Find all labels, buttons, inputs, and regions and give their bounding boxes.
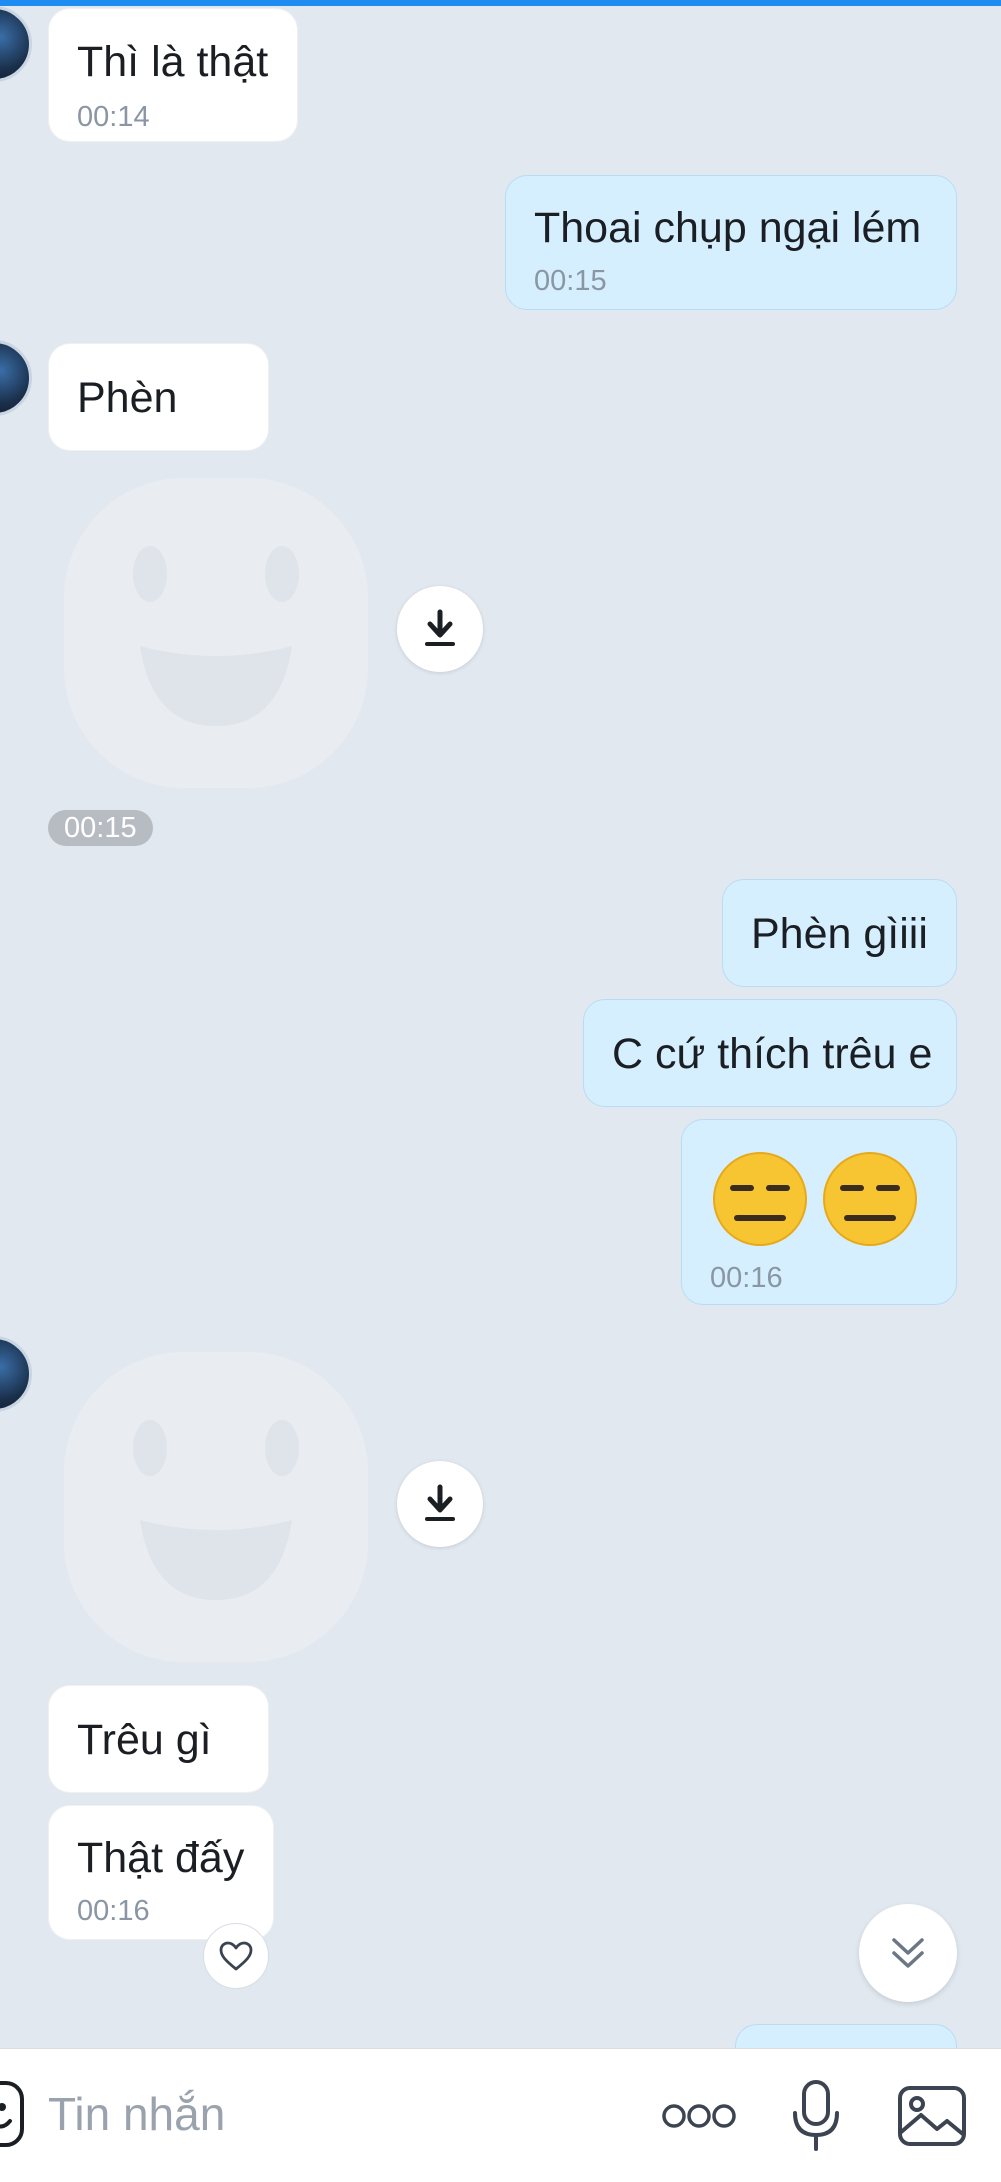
message-bubble-outgoing[interactable]: Thoai chụp ngại lém 00:15 [505, 175, 957, 310]
message-text: Phèn [77, 374, 178, 422]
expressionless-face-icon [713, 1152, 917, 1246]
message-text: Thật đấy [77, 1834, 245, 1882]
message-composer: Tin nhắn [0, 2048, 1001, 2182]
smiley-placeholder-icon [64, 478, 368, 788]
download-button[interactable] [397, 1461, 483, 1547]
message-bubble-incoming[interactable]: Thì là thật 00:14 [48, 8, 298, 142]
image-icon[interactable] [897, 2085, 967, 2147]
contact-avatar[interactable] [0, 1336, 32, 1412]
message-bubble-incoming[interactable]: Phèn [48, 343, 269, 451]
contact-avatar[interactable] [0, 340, 32, 416]
message-time: 00:16 [77, 1895, 150, 1927]
top-accent-bar [0, 0, 1001, 6]
message-time: 00:15 [534, 265, 607, 297]
sticker-placeholder[interactable] [64, 478, 368, 788]
scroll-to-bottom-button[interactable] [859, 1904, 957, 2002]
message-text: Thì là thật [77, 38, 269, 86]
sticker-placeholder[interactable] [64, 1352, 368, 1662]
sticker-icon[interactable] [0, 2079, 30, 2149]
message-bubble-outgoing[interactable]: C cứ thích trêu e [583, 999, 957, 1107]
download-icon [425, 609, 455, 646]
message-bubble-incoming[interactable]: Trêu gì [48, 1685, 269, 1793]
message-text: C cứ thích trêu e [612, 1030, 933, 1078]
react-heart-button[interactable] [203, 1923, 269, 1989]
emoji-group [712, 1152, 932, 1246]
microphone-icon[interactable] [789, 2079, 843, 2153]
message-input[interactable]: Tin nhắn [48, 2087, 225, 2141]
heart-icon [219, 1941, 253, 1971]
message-bubble-outgoing[interactable]: 00:16 [681, 1119, 957, 1305]
message-time: 00:14 [77, 101, 150, 133]
sticker-time: 00:15 [48, 810, 153, 846]
message-time: 00:16 [710, 1262, 783, 1294]
download-button[interactable] [397, 586, 483, 672]
double-chevron-down-icon [892, 1938, 924, 1968]
message-bubble-incoming[interactable]: Thật đấy 00:16 [48, 1805, 274, 1940]
smiley-placeholder-icon [64, 1352, 368, 1662]
download-icon [425, 1484, 455, 1521]
more-icon[interactable] [661, 2101, 737, 2131]
message-text: Trêu gì [77, 1716, 212, 1764]
contact-avatar[interactable] [0, 6, 32, 82]
message-text: Phèn gìiii [751, 910, 928, 958]
message-text: Thoai chụp ngại lém [534, 204, 922, 252]
message-bubble-outgoing[interactable]: Phèn gìiii [722, 879, 957, 987]
